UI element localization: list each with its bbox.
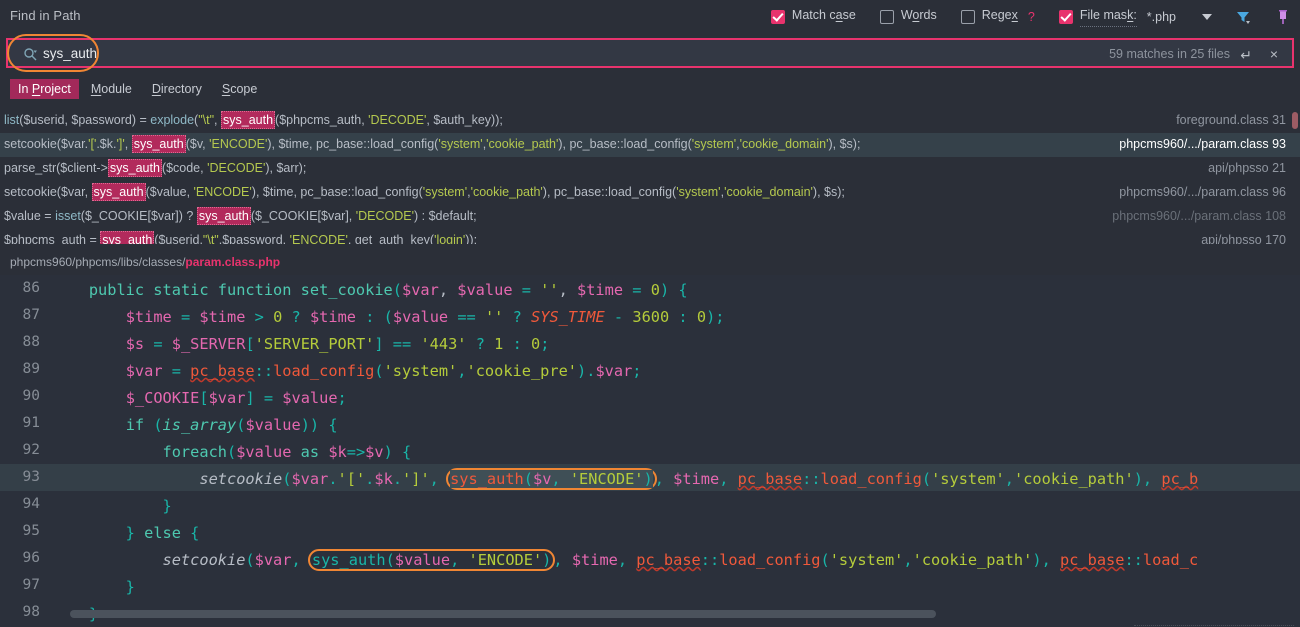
search-results-list[interactable]: list($userid, $password) = explode("\t",… bbox=[0, 109, 1300, 244]
close-icon[interactable]: × bbox=[1270, 46, 1278, 62]
code-line[interactable]: 92 foreach($value as $k=>$v) { bbox=[0, 437, 1300, 464]
file-mask-value[interactable]: *.php bbox=[1147, 10, 1176, 24]
label-regex: Regex bbox=[981, 7, 1018, 22]
match-count-label: 59 matches in 25 files bbox=[1109, 47, 1230, 61]
line-number: 92 bbox=[22, 442, 40, 458]
checkbox-regex[interactable] bbox=[960, 9, 975, 24]
code-line-content: public static function set_cookie($var, … bbox=[88, 281, 688, 299]
chevron-down-icon[interactable] bbox=[1202, 13, 1212, 20]
code-line-content: foreach($value as $k=>$v) { bbox=[162, 443, 412, 461]
search-options-group: Match case Words Regex? File mask: *.php bbox=[747, 0, 1292, 33]
code-line[interactable]: 97 } bbox=[0, 572, 1300, 599]
line-number: 89 bbox=[22, 361, 40, 377]
code-line-content: setcookie($var.'['.$k.']', sys_auth($v, … bbox=[199, 468, 1199, 490]
option-match-case[interactable]: Match case bbox=[770, 6, 856, 28]
result-row[interactable]: $value = isset($_COOKIE[$var]) ? sys_aut… bbox=[0, 205, 1300, 229]
scope-tabs: In Project Module Directory Scope bbox=[10, 79, 269, 99]
option-file-mask[interactable]: File mask: bbox=[1058, 6, 1137, 28]
pin-icon[interactable] bbox=[1274, 8, 1292, 26]
line-number: 90 bbox=[22, 388, 40, 404]
line-number: 96 bbox=[22, 550, 40, 566]
line-number: 97 bbox=[22, 577, 40, 593]
code-line[interactable]: 94 } bbox=[0, 491, 1300, 518]
search-input[interactable]: sys_auth bbox=[43, 46, 97, 61]
line-number: 88 bbox=[22, 334, 40, 350]
result-code-snippet: $value = isset($_COOKIE[$var]) ? sys_aut… bbox=[4, 207, 477, 225]
code-line-content: $time = $time > 0 ? $time : ($value == '… bbox=[125, 308, 725, 326]
option-regex[interactable]: Regex? bbox=[960, 6, 1035, 28]
code-line-content: $s = $_SERVER['SERVER_PORT'] == '443' ? … bbox=[125, 335, 550, 353]
result-code-snippet: $phpcms_auth = sys_auth ($userid."\t".$pa… bbox=[4, 231, 477, 244]
code-line-content: setcookie($var, sys_auth($value, 'ENCODE… bbox=[162, 549, 1199, 571]
checkbox-file-mask[interactable] bbox=[1058, 9, 1073, 24]
result-file-label: phpcms960/.../param.class 108 bbox=[1112, 209, 1286, 223]
result-file-label: api/phpsso 21 bbox=[1208, 161, 1286, 175]
tab-scope[interactable]: Scope bbox=[214, 79, 265, 99]
code-line-content: } else { bbox=[52, 524, 200, 542]
search-row: sys_auth 59 matches in 25 files ↵ × bbox=[0, 34, 1300, 72]
tab-directory[interactable]: Directory bbox=[144, 79, 210, 99]
result-marker bbox=[1292, 112, 1298, 129]
line-number: 87 bbox=[22, 307, 40, 323]
code-line-content: $_COOKIE[$var] = $value; bbox=[125, 389, 347, 407]
status-divider bbox=[1134, 624, 1294, 626]
result-code-snippet: setcookie($var.'['.$k.']', sys_auth ($v, … bbox=[4, 135, 861, 153]
code-line[interactable]: 86 public static function set_cookie($va… bbox=[0, 275, 1300, 302]
label-words: Words bbox=[900, 7, 937, 22]
code-line[interactable]: 89 $var = pc_base::load_config('system',… bbox=[0, 356, 1300, 383]
line-number: 91 bbox=[22, 415, 40, 431]
line-number: 95 bbox=[22, 523, 40, 539]
line-number: 94 bbox=[22, 496, 40, 512]
code-preview[interactable]: 86 public static function set_cookie($va… bbox=[0, 275, 1300, 627]
code-line[interactable]: 93 setcookie($var.'['.$k.']', sys_auth($… bbox=[0, 464, 1300, 491]
filter-icon[interactable] bbox=[1234, 8, 1252, 26]
result-file-label: foreground.class 31 bbox=[1176, 113, 1286, 127]
dialog-header: Find in Path Match case Words Regex? File m… bbox=[0, 0, 1300, 33]
page-title: Find in Path bbox=[10, 8, 81, 23]
result-row[interactable]: setcookie($var.'['.$k.']', sys_auth ($v, … bbox=[0, 133, 1300, 157]
result-row[interactable]: parse_str($client-> sys_auth ($code, 'DECO… bbox=[0, 157, 1300, 181]
breadcrumb-filename: param.class.php bbox=[185, 255, 281, 269]
find-in-path-dialog: Find in Path Match case Words Regex? File m… bbox=[0, 0, 1300, 627]
code-line[interactable]: 87 $time = $time > 0 ? $time : ($value =… bbox=[0, 302, 1300, 329]
option-words[interactable]: Words bbox=[879, 6, 937, 28]
code-line-content: if (is_array($value)) { bbox=[125, 416, 338, 434]
result-file-label: phpcms960/.../param.class 96 bbox=[1119, 185, 1286, 199]
search-icon bbox=[24, 48, 37, 61]
checkbox-words[interactable] bbox=[879, 9, 894, 24]
result-file-label: phpcms960/.../param.class 93 bbox=[1119, 137, 1286, 151]
result-row[interactable]: list($userid, $password) = explode("\t",… bbox=[0, 109, 1300, 133]
result-row[interactable]: setcookie($var, sys_auth ($value, 'ENCODE… bbox=[0, 181, 1300, 205]
result-file-label: api/phpsso 170 bbox=[1201, 233, 1286, 244]
code-line[interactable]: 90 $_COOKIE[$var] = $value; bbox=[0, 383, 1300, 410]
line-number: 86 bbox=[22, 280, 40, 296]
tab-in-project[interactable]: In Project bbox=[10, 79, 79, 99]
horizontal-scrollbar[interactable] bbox=[70, 610, 936, 618]
match-annotation-ring: sys_auth($v, 'ENCODE') bbox=[446, 468, 657, 490]
result-code-snippet: parse_str($client-> sys_auth ($code, 'DECO… bbox=[4, 159, 307, 177]
match-annotation-ring: sys_auth($value, 'ENCODE') bbox=[307, 549, 556, 571]
regex-help-icon[interactable]: ? bbox=[1028, 10, 1035, 24]
line-number: 98 bbox=[22, 604, 40, 620]
result-row[interactable]: $phpcms_auth = sys_auth ($userid."\t".$pa… bbox=[0, 229, 1300, 244]
code-line[interactable]: 88 $s = $_SERVER['SERVER_PORT'] == '443'… bbox=[0, 329, 1300, 356]
tab-module[interactable]: Module bbox=[83, 79, 140, 99]
breadcrumb-path: phpcms960/phpcms/libs/classes/ bbox=[10, 255, 186, 269]
code-line[interactable]: 96 setcookie($var, sys_auth($value, 'ENC… bbox=[0, 545, 1300, 572]
code-line-content: } bbox=[52, 497, 172, 515]
enter-icon[interactable]: ↵ bbox=[1240, 47, 1252, 64]
line-number: 93 bbox=[22, 469, 40, 485]
search-input-wrapper[interactable]: sys_auth 59 matches in 25 files ↵ × bbox=[6, 38, 1294, 68]
checkbox-match-case[interactable] bbox=[770, 9, 785, 24]
label-file-mask: File mask: bbox=[1079, 7, 1137, 22]
code-line-content: $var = pc_base::load_config('system','co… bbox=[125, 362, 642, 380]
label-match-case: Match case bbox=[791, 7, 856, 22]
breadcrumb[interactable]: phpcms960/phpcms/libs/classes/param.clas… bbox=[0, 253, 1300, 271]
result-code-snippet: setcookie($var, sys_auth ($value, 'ENCODE… bbox=[4, 183, 845, 201]
code-line-content: } bbox=[52, 578, 135, 596]
result-code-snippet: list($userid, $password) = explode("\t",… bbox=[4, 111, 503, 129]
code-line[interactable]: 95 } else { bbox=[0, 518, 1300, 545]
code-line[interactable]: 91 if (is_array($value)) { bbox=[0, 410, 1300, 437]
